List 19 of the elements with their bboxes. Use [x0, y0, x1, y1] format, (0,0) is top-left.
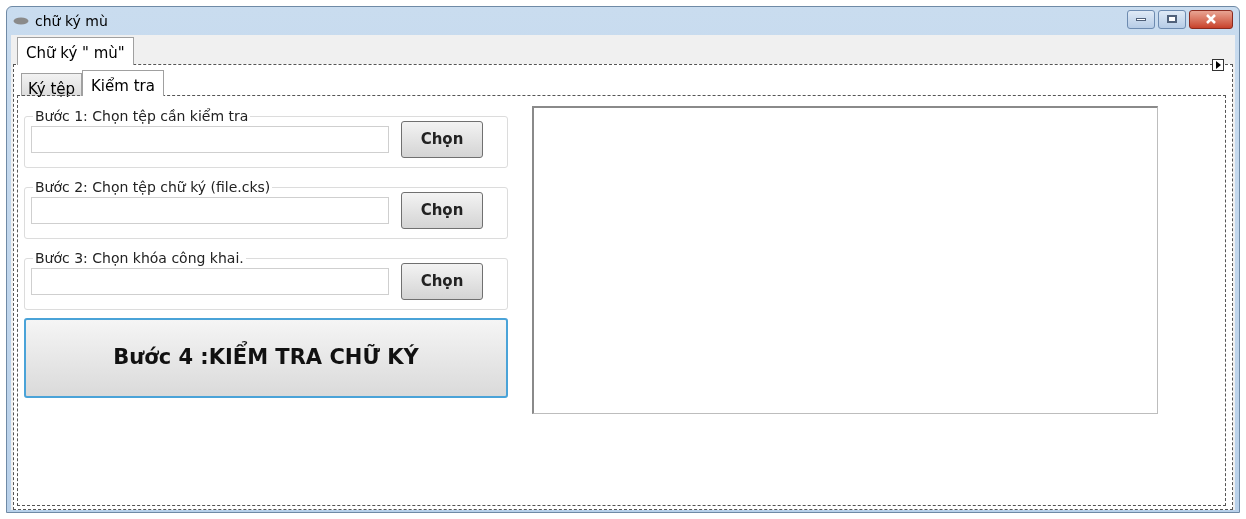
group-label: Bước 1: Chọn tệp cần kiểm tra — [34, 107, 250, 126]
maximize-button[interactable] — [1158, 9, 1186, 29]
close-icon — [1205, 14, 1217, 24]
tab[interactable]: Chữ ký " mù" — [17, 37, 134, 65]
tab[interactable]: Kiểm tra — [82, 70, 164, 96]
app-icon — [13, 17, 29, 25]
close-button[interactable] — [1189, 9, 1233, 29]
file-path-field[interactable] — [31, 126, 389, 153]
choose-button[interactable]: Chọn — [401, 192, 483, 229]
minimize-button[interactable] — [1127, 9, 1155, 29]
window-title: chữ ký mù — [35, 11, 108, 31]
choose-button[interactable]: Chọn — [401, 263, 483, 300]
verify-signature-button[interactable]: Bước 4 :KIỂM TRA CHỮ KÝ — [24, 318, 508, 398]
group-label: Bước 3: Chọn khóa công khai. — [34, 249, 245, 268]
choose-button[interactable]: Chọn — [401, 121, 483, 158]
group-label: Bước 2: Chọn tệp chữ ký (file.cks) — [34, 178, 272, 197]
tab[interactable]: Ký tệp — [21, 73, 83, 96]
file-path-field[interactable] — [31, 197, 389, 224]
file-path-field[interactable] — [31, 268, 389, 295]
